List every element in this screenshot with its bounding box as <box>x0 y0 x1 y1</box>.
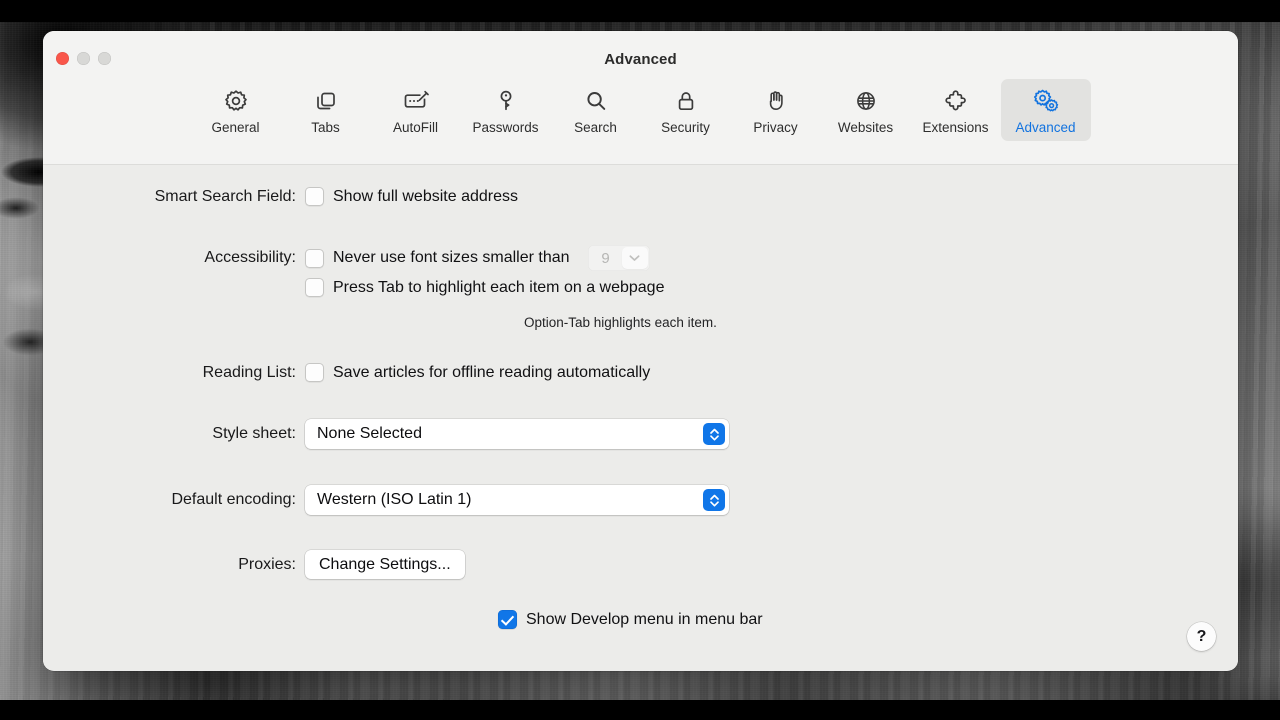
autofill-icon <box>401 86 431 116</box>
tab-tabs[interactable]: Tabs <box>281 79 371 141</box>
tab-passwords-label: Passwords <box>472 120 539 135</box>
globe-icon <box>852 86 880 116</box>
gears-icon <box>1030 86 1062 116</box>
row-accessibility-tab-highlight: Press Tab to highlight each item on a we… <box>90 278 664 297</box>
row-default-encoding: Default encoding: Western (ISO Latin 1) <box>90 485 729 515</box>
checkbox-box[interactable] <box>498 610 517 629</box>
key-icon <box>492 86 520 116</box>
style-sheet-popup-button[interactable]: None Selected <box>305 419 729 449</box>
tabs-icon <box>312 86 340 116</box>
letterbox-bar-top <box>0 0 1280 22</box>
tab-extensions-label: Extensions <box>922 120 989 135</box>
row-proxies: Proxies: Change Settings... <box>90 550 465 579</box>
row-style-sheet: Style sheet: None Selected <box>90 419 729 449</box>
accessibility-label: Accessibility: <box>204 249 296 266</box>
tab-security-label: Security <box>661 120 710 135</box>
row-smart-search-field: Smart Search Field: Show full website ad… <box>90 187 518 206</box>
proxies-label: Proxies: <box>238 555 296 573</box>
default-encoding-label: Default encoding: <box>171 491 296 508</box>
hand-icon <box>762 86 790 116</box>
tab-autofill-label: AutoFill <box>392 120 438 135</box>
change-settings-button[interactable]: Change Settings... <box>305 550 465 579</box>
preferences-window: Advanced General Tabs AutoFill Passwords… <box>43 31 1238 671</box>
option-tab-hint: Option-Tab highlights each item. <box>524 315 717 330</box>
press-tab-highlight-checkbox[interactable]: Press Tab to highlight each item on a we… <box>305 278 664 297</box>
tab-passwords[interactable]: Passwords <box>461 79 551 141</box>
show-full-website-address-label: Show full website address <box>333 187 518 205</box>
smart-search-field-label: Smart Search Field: <box>154 187 296 205</box>
checkbox-box[interactable] <box>305 363 324 382</box>
window-title: Advanced <box>604 51 677 68</box>
tab-advanced-label: Advanced <box>1015 120 1076 135</box>
row-develop-menu: Show Develop menu in menu bar <box>498 610 763 629</box>
checkbox-box[interactable] <box>305 248 324 268</box>
preferences-content: Smart Search Field: Show full website ad… <box>43 165 1238 670</box>
chevron-up-down-icon[interactable] <box>703 489 725 511</box>
screen: Advanced General Tabs AutoFill Passwords… <box>0 0 1280 720</box>
help-button[interactable]: ? <box>1187 622 1216 651</box>
row-accessibility-min-font: Accessibility: Never use font sizes smal… <box>90 245 650 271</box>
style-sheet-label: Style sheet: <box>212 425 296 442</box>
letterbox-bar-bottom <box>0 700 1280 720</box>
save-articles-offline-label: Save articles for offline reading automa… <box>333 363 651 381</box>
search-icon <box>582 86 610 116</box>
tab-search-label: Search <box>574 120 617 135</box>
gear-icon <box>222 86 250 116</box>
tab-websites-label: Websites <box>837 120 894 135</box>
chevron-up-down-icon[interactable] <box>703 423 725 445</box>
tab-security[interactable]: Security <box>641 79 731 141</box>
show-develop-menu-checkbox[interactable]: Show Develop menu in menu bar <box>498 610 763 629</box>
tab-extensions[interactable]: Extensions <box>911 79 1001 141</box>
tab-advanced[interactable]: Advanced <box>1000 79 1091 141</box>
tab-websites[interactable]: Websites <box>821 79 911 141</box>
tab-search[interactable]: Search <box>551 79 641 141</box>
tab-privacy[interactable]: Privacy <box>731 79 821 141</box>
min-font-size-checkbox[interactable]: Never use font sizes smaller than <box>305 248 570 268</box>
min-font-size-stepper[interactable]: 9 <box>587 245 650 271</box>
save-articles-offline-checkbox[interactable]: Save articles for offline reading automa… <box>305 363 650 382</box>
tab-privacy-label: Privacy <box>753 120 798 135</box>
row-reading-list: Reading List: Save articles for offline … <box>90 363 650 382</box>
reading-list-label: Reading List: <box>202 363 296 381</box>
lock-icon <box>672 86 700 116</box>
puzzle-icon <box>941 86 971 116</box>
min-font-size-label: Never use font sizes smaller than <box>333 249 570 266</box>
tab-tabs-label: Tabs <box>311 120 340 135</box>
default-encoding-value: Western (ISO Latin 1) <box>317 491 472 508</box>
default-encoding-popup-button[interactable]: Western (ISO Latin 1) <box>305 485 729 515</box>
checkbox-box[interactable] <box>305 278 324 297</box>
press-tab-highlight-label: Press Tab to highlight each item on a we… <box>333 278 665 296</box>
tab-general[interactable]: General <box>191 79 281 141</box>
tab-general-label: General <box>211 120 260 135</box>
style-sheet-value: None Selected <box>317 425 422 442</box>
preferences-tabbar: General Tabs AutoFill Passwords Search S… <box>43 79 1238 141</box>
checkbox-box[interactable] <box>305 187 324 206</box>
tab-autofill[interactable]: AutoFill <box>371 79 461 141</box>
show-develop-menu-label: Show Develop menu in menu bar <box>526 610 763 628</box>
window-toolbar: Advanced General Tabs AutoFill Passwords… <box>43 31 1238 165</box>
min-font-size-value: 9 <box>601 249 610 267</box>
chevron-down-icon[interactable] <box>621 247 648 269</box>
show-full-website-address-checkbox[interactable]: Show full website address <box>305 187 518 206</box>
